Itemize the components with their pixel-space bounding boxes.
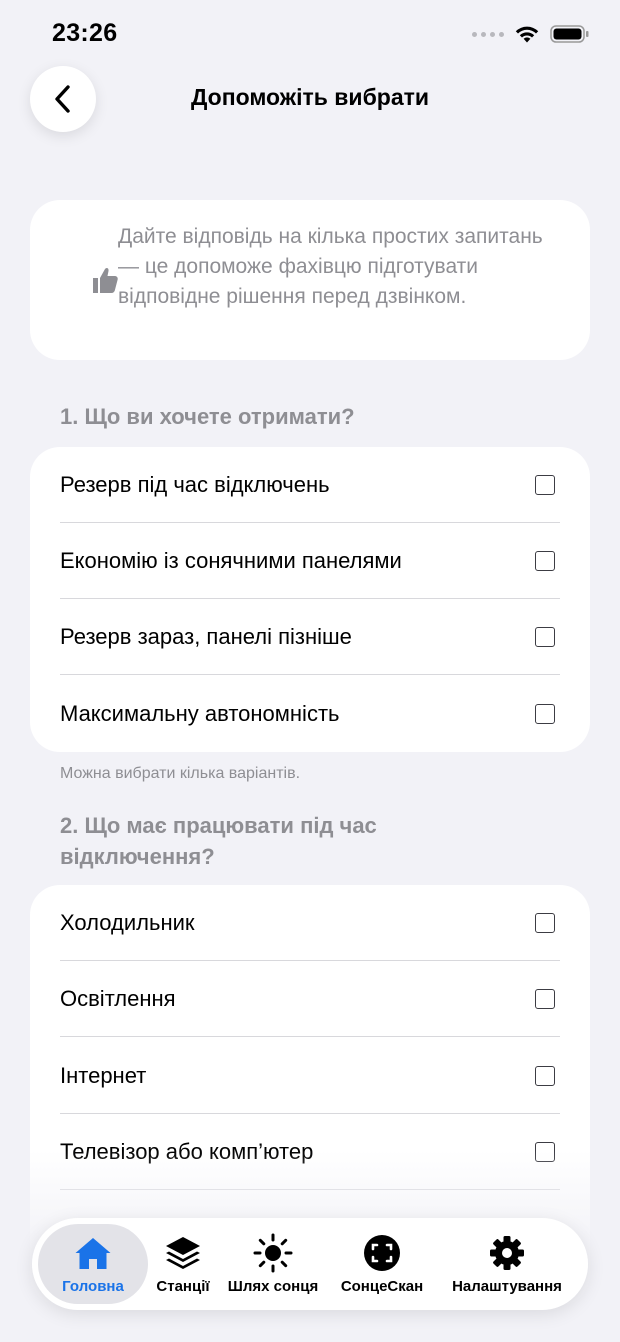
tab-label: Шлях сонця [227, 1278, 319, 1295]
status-time: 23:26 [52, 19, 118, 47]
tab-sun-path[interactable]: Шлях сонця [223, 1218, 323, 1310]
option-fridge[interactable]: Холодильник [30, 885, 590, 961]
scan-icon [363, 1234, 401, 1272]
option-label: Резерв під час відключень [60, 472, 330, 497]
option-label: Максимальну автономність [60, 701, 340, 726]
option-label: Освітлення [60, 986, 176, 1011]
option-label: Інтернет [60, 1063, 147, 1088]
back-button[interactable] [30, 66, 96, 132]
question1-title: 1. Що ви хочете отримати? [60, 404, 355, 429]
option-solar-savings[interactable]: Економію із сонячними панелями [30, 523, 590, 599]
question2-title: 2. Що має працювати під час відключення? [60, 813, 377, 869]
battery-icon [550, 25, 589, 43]
tab-settings[interactable]: Налаштування [442, 1218, 572, 1310]
status-bar: 23:26 [0, 0, 620, 66]
info-text: Дайте відповідь на кілька простих запита… [118, 225, 543, 308]
multi-select-hint: Можна вибрати кілька варіантів. [60, 765, 301, 782]
checkbox[interactable] [535, 989, 555, 1009]
option-internet[interactable]: Інтернет [30, 1038, 590, 1114]
cellular-signal-icon [472, 31, 504, 37]
home-icon [73, 1234, 113, 1272]
status-icons [472, 22, 590, 46]
option-backup-now-panels-later[interactable]: Резерв зараз, панелі пізніше [30, 599, 590, 675]
sun-icon [253, 1233, 293, 1273]
tab-label: СонцеСкан [340, 1278, 424, 1295]
tab-label: Налаштування [452, 1278, 562, 1295]
option-backup-during-outages[interactable]: Резерв під час відключень [30, 447, 590, 523]
option-lighting[interactable]: Освітлення [30, 961, 590, 1037]
tab-sun-scan[interactable]: СонцеСкан [331, 1218, 433, 1310]
row-divider [60, 674, 560, 675]
checkbox[interactable] [535, 704, 555, 724]
row-divider [60, 1036, 560, 1037]
checkbox[interactable] [535, 551, 555, 571]
checkbox[interactable] [535, 475, 555, 495]
checkbox[interactable] [535, 1066, 555, 1086]
tab-stations[interactable]: Станції [138, 1218, 228, 1310]
option-label: Холодильник [60, 910, 195, 935]
question1-options-card: Резерв під час відключень Економію із со… [30, 447, 590, 752]
gear-icon [488, 1234, 526, 1272]
chevron-left-icon [55, 85, 70, 113]
checkbox[interactable] [535, 627, 555, 647]
layers-icon [164, 1234, 202, 1272]
option-max-autonomy[interactable]: Максимальну автономність [30, 676, 590, 752]
option-label: Економію із сонячними панелями [60, 548, 402, 573]
tab-home[interactable]: Головна [38, 1224, 148, 1304]
thumbs-up-icon [93, 267, 118, 293]
tab-label: Станції [156, 1278, 210, 1295]
wifi-icon [515, 26, 539, 43]
option-label: Резерв зараз, панелі пізніше [60, 624, 352, 649]
checkbox[interactable] [535, 913, 555, 933]
tab-bar: Головна Станції Шлях сонця СонцеСкан Нал… [32, 1218, 588, 1310]
tab-label: Головна [62, 1278, 124, 1295]
page-title: Допоможіть вибрати [190, 84, 430, 110]
